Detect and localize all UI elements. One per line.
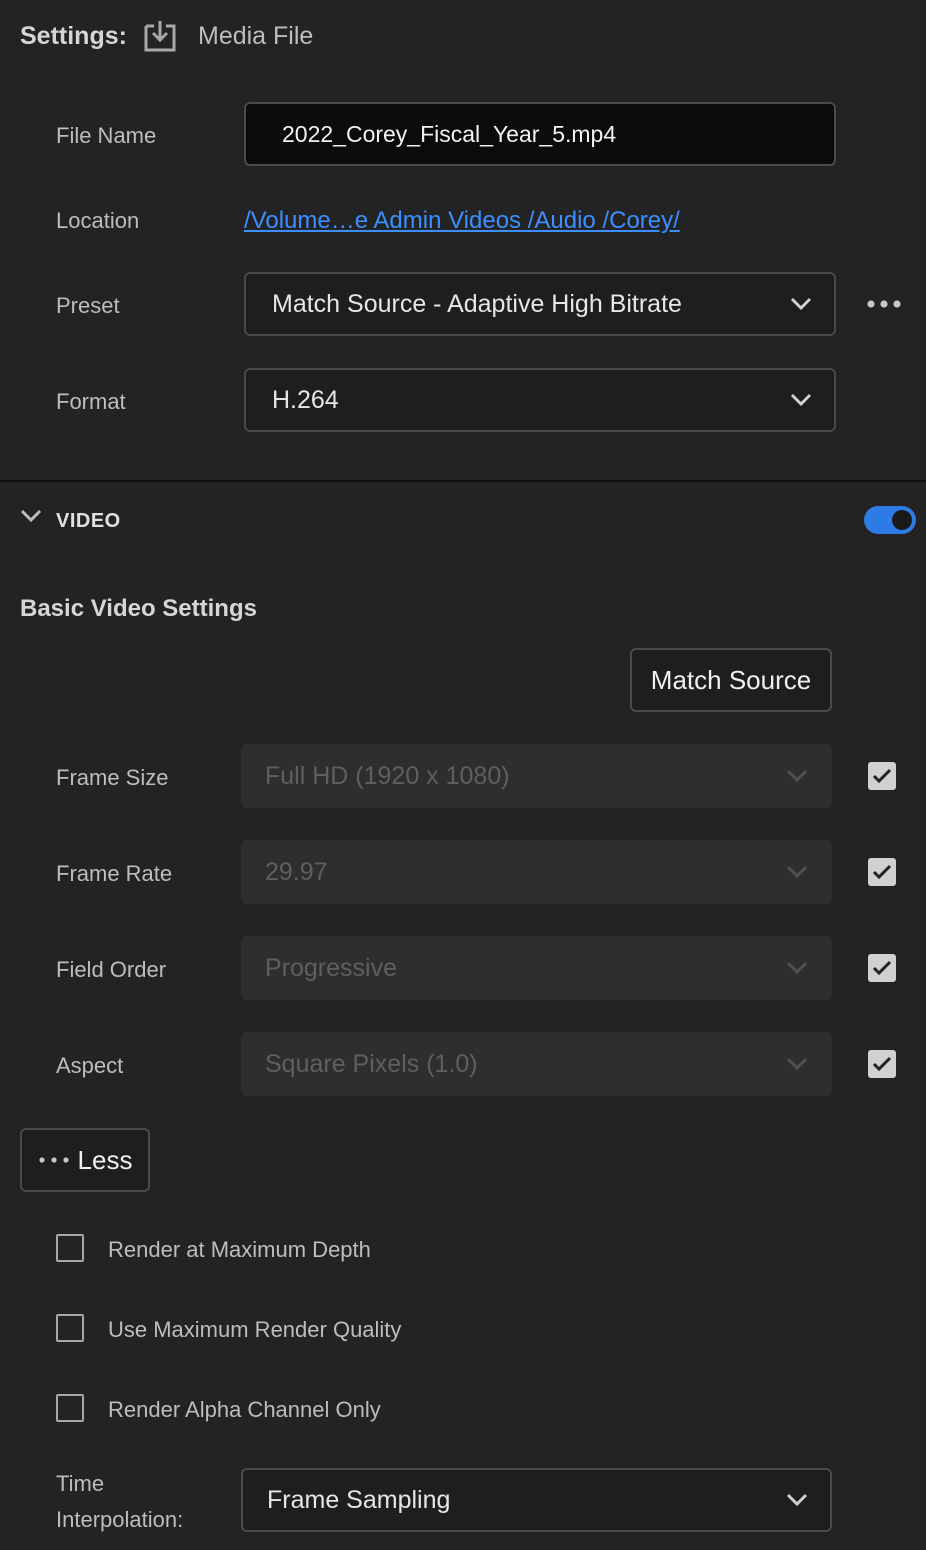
location-label: Location [56, 208, 140, 233]
basic-video-settings-heading: Basic Video Settings [20, 595, 257, 622]
time-interpolation-value: Frame Sampling [267, 1485, 451, 1514]
field-order-dropdown[interactable]: Progressive [241, 936, 832, 1000]
file-name-label: File Name [56, 123, 157, 148]
preset-label: Preset [56, 293, 120, 318]
less-label: Less [77, 1144, 133, 1175]
frame-size-value: Full HD (1920 x 1080) [265, 761, 510, 790]
media-file-label: Media File [198, 22, 314, 50]
field-order-value: Progressive [265, 953, 397, 982]
render-max-depth-checkbox[interactable] [56, 1234, 84, 1262]
collapse-chevron-icon[interactable] [20, 508, 42, 524]
aspect-dropdown[interactable]: Square Pixels (1.0) [241, 1032, 832, 1096]
frame-rate-dropdown[interactable]: 29.97 [241, 840, 832, 904]
time-interpolation-dropdown[interactable]: Frame Sampling [241, 1468, 832, 1532]
aspect-match-checkbox[interactable] [868, 1050, 896, 1078]
checkmark-icon [872, 1056, 892, 1072]
more-horizontal-icon[interactable] [866, 290, 902, 318]
alpha-channel-only-label: Render Alpha Channel Only [108, 1397, 381, 1422]
max-render-quality-checkbox[interactable] [56, 1314, 84, 1342]
match-source-button[interactable]: Match Source [630, 648, 832, 712]
checkmark-icon [872, 960, 892, 976]
frame-rate-match-checkbox[interactable] [868, 858, 896, 886]
video-enable-toggle[interactable] [864, 506, 916, 534]
toggle-knob [892, 510, 912, 530]
export-download-icon [142, 18, 178, 54]
field-order-match-checkbox[interactable] [868, 954, 896, 982]
more-horizontal-icon [38, 1157, 69, 1163]
checkmark-icon [872, 768, 892, 784]
chevron-down-icon [786, 865, 808, 879]
less-button[interactable]: Less [20, 1128, 150, 1192]
video-section-title: VIDEO [56, 510, 121, 532]
preset-dropdown[interactable]: Match Source - Adaptive High Bitrate [244, 272, 836, 336]
frame-size-label: Frame Size [56, 765, 169, 790]
field-order-label: Field Order [56, 957, 167, 982]
format-value: H.264 [272, 385, 339, 414]
checkmark-icon [872, 864, 892, 880]
chevron-down-icon [786, 1057, 808, 1071]
format-label: Format [56, 389, 126, 414]
chevron-down-icon [790, 393, 812, 407]
aspect-value: Square Pixels (1.0) [265, 1049, 478, 1078]
render-max-depth-label: Render at Maximum Depth [108, 1237, 371, 1262]
location-link[interactable]: /Volume…e Admin Videos /Audio /Corey/ [244, 203, 680, 239]
preset-value: Match Source - Adaptive High Bitrate [272, 289, 682, 318]
format-dropdown[interactable]: H.264 [244, 368, 836, 432]
alpha-channel-only-checkbox[interactable] [56, 1394, 84, 1422]
frame-rate-value: 29.97 [265, 857, 328, 886]
frame-rate-label: Frame Rate [56, 861, 173, 886]
max-render-quality-label: Use Maximum Render Quality [108, 1317, 402, 1342]
frame-size-dropdown[interactable]: Full HD (1920 x 1080) [241, 744, 832, 808]
chevron-down-icon [786, 769, 808, 783]
chevron-down-icon [786, 961, 808, 975]
chevron-down-icon [786, 1493, 808, 1507]
settings-title: Settings: [20, 22, 127, 50]
section-divider [0, 480, 926, 482]
frame-size-match-checkbox[interactable] [868, 762, 896, 790]
time-interpolation-label: Time Interpolation: [56, 1471, 184, 1532]
chevron-down-icon [790, 297, 812, 311]
file-name-input[interactable] [244, 102, 836, 166]
aspect-label: Aspect [56, 1053, 124, 1078]
